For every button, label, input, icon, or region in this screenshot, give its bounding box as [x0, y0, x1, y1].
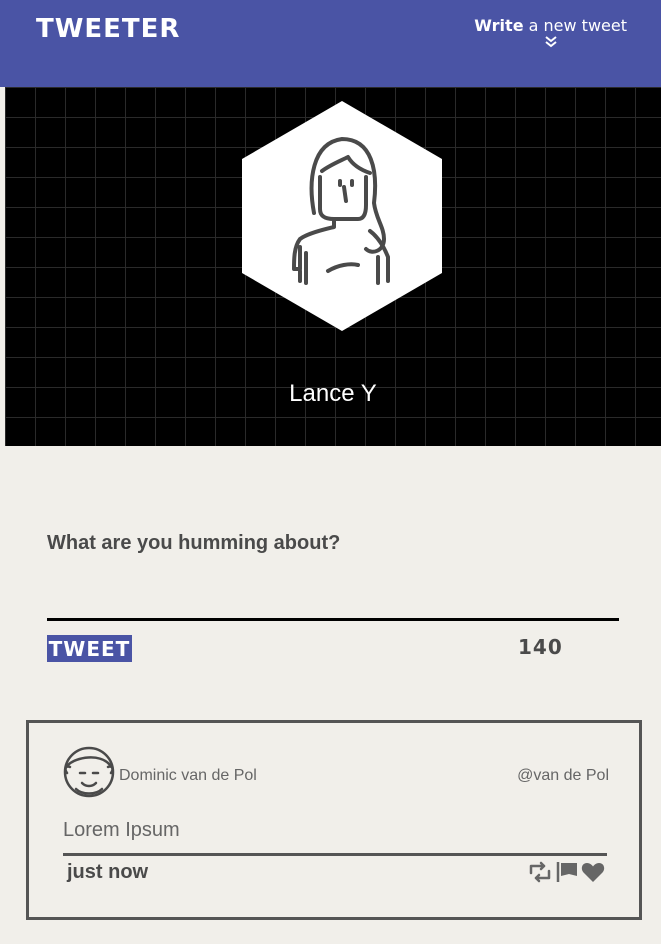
tweet-button[interactable]: TWEET: [47, 635, 132, 662]
tweet-author: Dominic van de Pol: [119, 767, 257, 784]
compose-label-bold: Write: [474, 16, 524, 35]
tweet-content: Lorem Ipsum: [63, 819, 180, 841]
tweet-divider: [63, 853, 607, 856]
compose-toggle[interactable]: Write a new tweet: [474, 16, 627, 50]
profile-hero: Lance Y: [5, 87, 661, 446]
male-avatar-icon: [62, 743, 116, 801]
compose-label: a new tweet: [523, 16, 627, 35]
female-avatar-icon: [242, 101, 442, 331]
composer-prompt: What are you humming about?: [47, 532, 341, 554]
tweet-handle: @van de Pol: [517, 767, 609, 784]
tweet-card: Dominic van de Pol @van de Pol Lorem Ips…: [26, 720, 642, 920]
retweet-icon[interactable]: [527, 861, 553, 887]
tweet-timestamp: just now: [67, 861, 149, 883]
brand-logo[interactable]: TWEETER: [36, 14, 180, 44]
tweet-actions: [527, 861, 605, 887]
flag-icon[interactable]: [555, 861, 579, 887]
character-counter: 140: [518, 635, 563, 659]
heart-icon[interactable]: [581, 861, 605, 887]
top-nav: TWEETER Write a new tweet: [0, 0, 661, 87]
tweet-input[interactable]: [47, 566, 619, 621]
double-chevron-down-icon[interactable]: [474, 35, 627, 50]
profile-name: Lance Y: [289, 380, 377, 407]
